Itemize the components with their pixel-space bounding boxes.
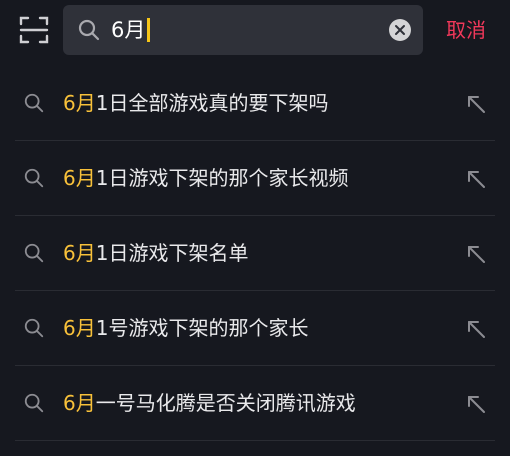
- arrow-up-left-icon[interactable]: [465, 168, 487, 190]
- suggestion-highlight: 6月: [63, 391, 96, 415]
- search-query: 6月: [111, 18, 146, 42]
- suggestion-text: 6月1日全部游戏真的要下架吗: [63, 66, 328, 141]
- suggestion-rest: 一号马化腾是否关闭腾讯游戏: [95, 391, 356, 415]
- search-icon: [24, 243, 44, 263]
- search-icon: [24, 393, 44, 413]
- suggestion-item[interactable]: 6月1日游戏下架名单: [15, 216, 495, 291]
- suggestion-list: 6月1日全部游戏真的要下架吗 6月1日游戏下架的那个家长视频 6月1日游戏下架名…: [0, 66, 510, 441]
- clear-icon: [395, 25, 405, 35]
- suggestion-text: 6月1日游戏下架名单: [63, 216, 248, 291]
- arrow-up-left-icon[interactable]: [465, 393, 487, 415]
- search-screen: 6月 取消 6月1日全部游戏真的要下架吗 6月1日游戏下架的那个家长视频 6月1…: [0, 0, 510, 456]
- arrow-up-left-icon[interactable]: [465, 243, 487, 265]
- scan-icon: [19, 16, 49, 44]
- search-icon: [24, 93, 44, 113]
- cancel-button[interactable]: 取消: [446, 0, 486, 60]
- suggestion-rest: 1日全部游戏真的要下架吗: [95, 91, 329, 115]
- suggestion-item[interactable]: 6月1日全部游戏真的要下架吗: [15, 66, 495, 141]
- search-icon: [24, 318, 44, 338]
- suggestion-highlight: 6月: [63, 91, 96, 115]
- suggestion-text: 6月1日游戏下架的那个家长视频: [63, 141, 348, 216]
- search-input[interactable]: 6月: [111, 5, 151, 55]
- suggestion-rest: 1日游戏下架的那个家长视频: [95, 166, 349, 190]
- suggestion-text: 6月1号游戏下架的那个家长: [63, 291, 308, 366]
- suggestion-text: 6月一号马化腾是否关闭腾讯游戏: [63, 366, 356, 441]
- arrow-up-left-icon[interactable]: [465, 93, 487, 115]
- suggestion-highlight: 6月: [63, 241, 96, 265]
- search-icon: [78, 19, 100, 41]
- arrow-up-left-icon[interactable]: [465, 318, 487, 340]
- suggestion-item[interactable]: 6月1号游戏下架的那个家长: [15, 291, 495, 366]
- search-header: 6月 取消: [0, 0, 510, 60]
- clear-button[interactable]: [389, 19, 411, 41]
- search-icon: [24, 168, 44, 188]
- suggestion-rest: 1号游戏下架的那个家长: [95, 316, 309, 340]
- suggestion-item[interactable]: 6月一号马化腾是否关闭腾讯游戏: [15, 366, 495, 441]
- suggestion-item[interactable]: 6月1日游戏下架的那个家长视频: [15, 141, 495, 216]
- search-field[interactable]: 6月: [63, 5, 423, 55]
- suggestion-highlight: 6月: [63, 316, 96, 340]
- text-caret: [147, 18, 151, 42]
- scan-button[interactable]: [18, 14, 50, 46]
- suggestion-rest: 1日游戏下架名单: [95, 241, 249, 265]
- suggestion-highlight: 6月: [63, 166, 96, 190]
